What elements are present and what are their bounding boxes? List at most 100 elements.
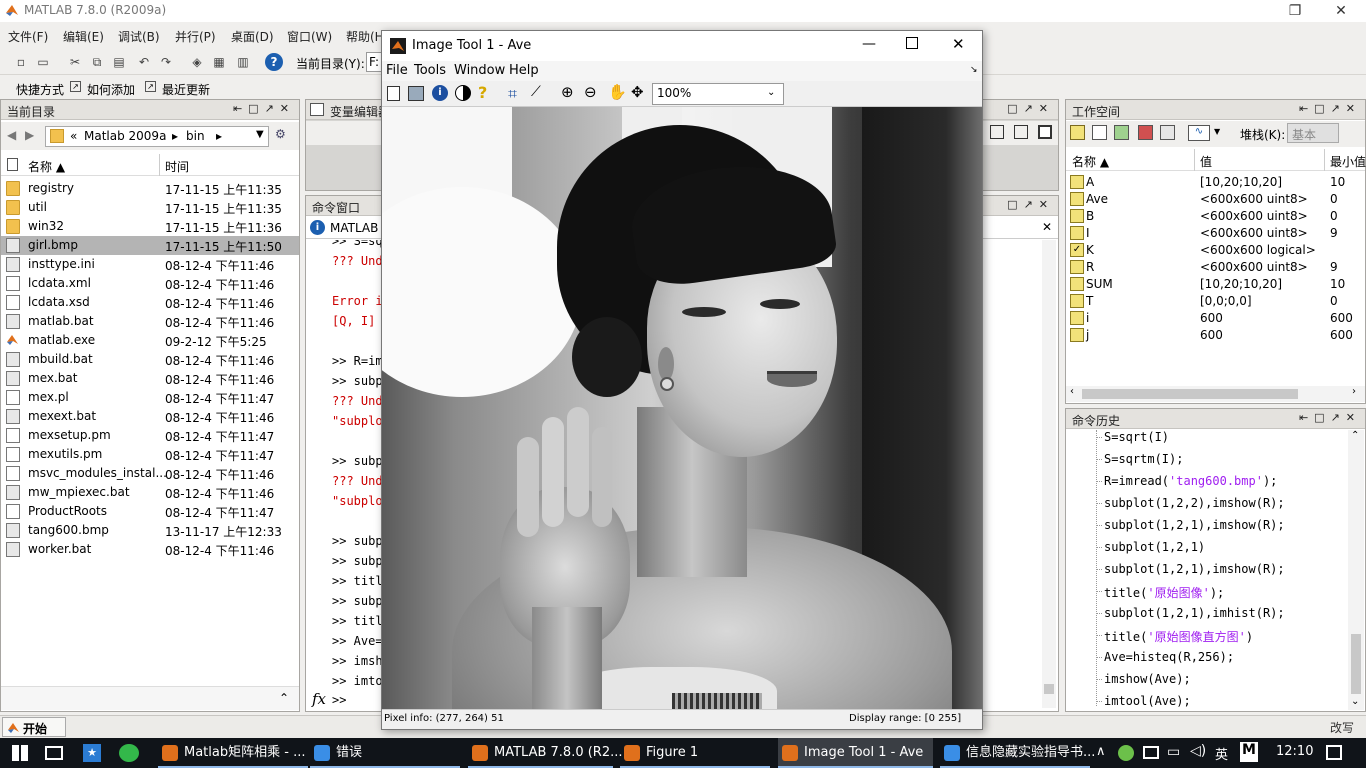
import-data-icon[interactable]	[1114, 125, 1129, 140]
chevron-down-icon[interactable]: ▼	[1214, 127, 1220, 136]
history-entry[interactable]: subplot(1,2,1)	[1096, 540, 1205, 554]
file-row[interactable]: ProductRoots 08-12-4 下午11:47	[1, 502, 299, 521]
volume-icon[interactable]: ◁)	[1190, 743, 1206, 759]
file-row[interactable]: registry 17-11-15 上午11:35	[1, 179, 299, 198]
ime-indicator[interactable]: 英	[1215, 744, 1228, 763]
scrollbar-thumb[interactable]	[1351, 634, 1361, 694]
taskbar-task[interactable]: 错误	[310, 738, 460, 768]
vertical-scrollbar[interactable]	[1042, 240, 1056, 708]
file-row[interactable]: tang600.bmp 13-11-17 上午12:33	[1, 521, 299, 540]
file-row[interactable]: girl.bmp 17-11-15 上午11:50	[1, 236, 299, 255]
scroll-up-icon[interactable]: ⌃	[1351, 430, 1359, 441]
zoom-out-icon[interactable]: ⊖	[584, 83, 597, 101]
open-variable-icon[interactable]	[1092, 125, 1107, 140]
paste-icon[interactable]: ▤	[110, 53, 128, 71]
scroll-left-icon[interactable]: ‹	[1070, 386, 1074, 397]
column-value[interactable]: 值	[1200, 153, 1212, 170]
workspace-variable-row[interactable]: A [10,20;10,20] 10	[1066, 174, 1365, 191]
maximize-icon[interactable]	[906, 37, 918, 49]
file-row[interactable]: mex.pl 08-12-4 下午11:47	[1, 388, 299, 407]
path-breadcrumb[interactable]: « Matlab 2009a ▸ bin ▸ ▼	[45, 126, 269, 147]
horizontal-scrollbar[interactable]: ‹ ›	[1066, 386, 1365, 402]
menu-file[interactable]: File	[386, 63, 408, 78]
column-name[interactable]: 名称 ▲	[1072, 153, 1109, 170]
taskbar-task[interactable]: MATLAB 7.8.0 (R2...	[468, 738, 623, 768]
ime-mode-indicator[interactable]: M	[1240, 742, 1258, 762]
how-to-add-link[interactable]: 如何添加	[87, 81, 135, 98]
forward-icon[interactable]: ▶	[25, 128, 34, 142]
new-figure-icon[interactable]	[387, 86, 400, 101]
menu-help[interactable]: Help	[509, 63, 539, 78]
start-button[interactable]: 开始(S)	[2, 717, 66, 751]
new-file-icon[interactable]: ▫	[12, 53, 30, 71]
windows-start-icon[interactable]	[12, 745, 28, 761]
menu-desktop[interactable]: 桌面(D)	[231, 28, 274, 45]
history-entry[interactable]: imtool(Ave);	[1096, 694, 1191, 708]
open-file-icon[interactable]: ▭	[34, 53, 52, 71]
breadcrumb-item-matlab[interactable]: Matlab 2009a	[84, 129, 166, 143]
pixel-region-icon[interactable]: ✥	[631, 83, 644, 101]
measure-icon[interactable]: ⟋	[531, 84, 541, 100]
history-entry[interactable]: title('原始图像直方图')	[1096, 628, 1253, 645]
breadcrumb-item-bin[interactable]: bin	[186, 129, 205, 143]
file-row[interactable]: mw_mpiexec.bat 08-12-4 下午11:46	[1, 483, 299, 502]
minimize-icon[interactable]: —	[862, 36, 876, 52]
column-name[interactable]: 名称 ▲	[28, 158, 65, 175]
scroll-down-icon[interactable]: ⌄	[1351, 696, 1359, 707]
notifications-icon[interactable]	[1326, 745, 1342, 760]
pan-hand-icon[interactable]: ✋	[608, 83, 627, 101]
file-row[interactable]: win32 17-11-15 上午11:36	[1, 217, 299, 236]
panel-controls[interactable]: ⇤□↗✕	[233, 102, 295, 115]
file-row[interactable]: mexutils.pm 08-12-4 下午11:47	[1, 445, 299, 464]
undo-icon[interactable]: ↶	[135, 53, 153, 71]
contrast-icon[interactable]	[455, 85, 471, 101]
task-view-icon[interactable]	[45, 746, 63, 760]
tray-app-icon[interactable]	[1143, 746, 1159, 759]
crop-icon[interactable]: ⌗	[508, 84, 517, 104]
scrollbar-thumb[interactable]	[1082, 389, 1298, 399]
plot-selector-icon[interactable]: ∿	[1188, 125, 1210, 141]
chevron-up-icon[interactable]: ∧	[1096, 744, 1106, 759]
print-icon[interactable]	[1160, 125, 1175, 140]
file-row[interactable]: worker.bat 08-12-4 下午11:46	[1, 540, 299, 559]
workspace-variable-row[interactable]: Ave <600x600 uint8> 0	[1066, 191, 1365, 208]
whats-new-link[interactable]: 最近更新	[162, 81, 210, 98]
save-workspace-icon[interactable]	[1138, 125, 1153, 140]
image-canvas[interactable]	[382, 107, 982, 709]
scroll-right-icon[interactable]: ›	[1352, 386, 1356, 397]
help-icon[interactable]: ?	[478, 83, 487, 102]
file-row[interactable]: lcdata.xsd 08-12-4 下午11:46	[1, 293, 299, 312]
column-time[interactable]: 时间	[165, 158, 189, 175]
taskbar-task[interactable]: Matlab矩阵相乘 - ...	[158, 738, 308, 768]
tray-app-icon[interactable]	[1118, 745, 1134, 761]
clock[interactable]: 12:10	[1276, 744, 1313, 759]
workspace-variable-row[interactable]: I <600x600 uint8> 9	[1066, 225, 1365, 242]
workspace-variable-row[interactable]: j 600 600	[1066, 327, 1365, 344]
restore-window-icon[interactable]: ❐	[1272, 0, 1318, 22]
gear-icon[interactable]: ⚙	[275, 127, 286, 141]
menu-tools[interactable]: Tools	[414, 63, 446, 78]
guide-icon[interactable]: ▦	[210, 53, 228, 71]
new-variable-icon[interactable]	[1070, 125, 1085, 140]
panel-controls[interactable]: □↗✕	[1007, 198, 1054, 211]
fx-icon[interactable]: fx	[312, 690, 326, 708]
file-row[interactable]: matlab.bat 08-12-4 下午11:46	[1, 312, 299, 331]
file-row[interactable]: lcdata.xml 08-12-4 下午11:46	[1, 274, 299, 293]
back-icon[interactable]: ◀	[7, 128, 16, 142]
history-entry[interactable]: imshow(Ave);	[1096, 672, 1191, 686]
panel-controls[interactable]: ⇤□↗✕	[1299, 102, 1361, 115]
menu-debug[interactable]: 调试(B)	[118, 28, 160, 45]
info-icon[interactable]: i	[432, 85, 448, 101]
workspace-variable-row[interactable]: SUM [10,20;10,20] 10	[1066, 276, 1365, 293]
workspace-variable-row[interactable]: R <600x600 uint8> 9	[1066, 259, 1365, 276]
stack-select[interactable]: 基本	[1287, 123, 1339, 143]
details-toggle[interactable]: ⌃	[1, 686, 299, 710]
taskbar-task[interactable]: Figure 1	[620, 738, 770, 768]
menu-edit[interactable]: 编辑(E)	[63, 28, 104, 45]
file-row[interactable]: matlab.exe 09-2-12 下午5:25	[1, 331, 299, 350]
close-icon[interactable]: ✕	[1042, 220, 1052, 234]
column-min[interactable]: 最小值	[1330, 153, 1366, 170]
history-entry[interactable]: subplot(1,2,1),imshow(R);	[1096, 518, 1285, 532]
profiler-icon[interactable]: ▥	[234, 53, 252, 71]
redo-icon[interactable]: ↷	[157, 53, 175, 71]
